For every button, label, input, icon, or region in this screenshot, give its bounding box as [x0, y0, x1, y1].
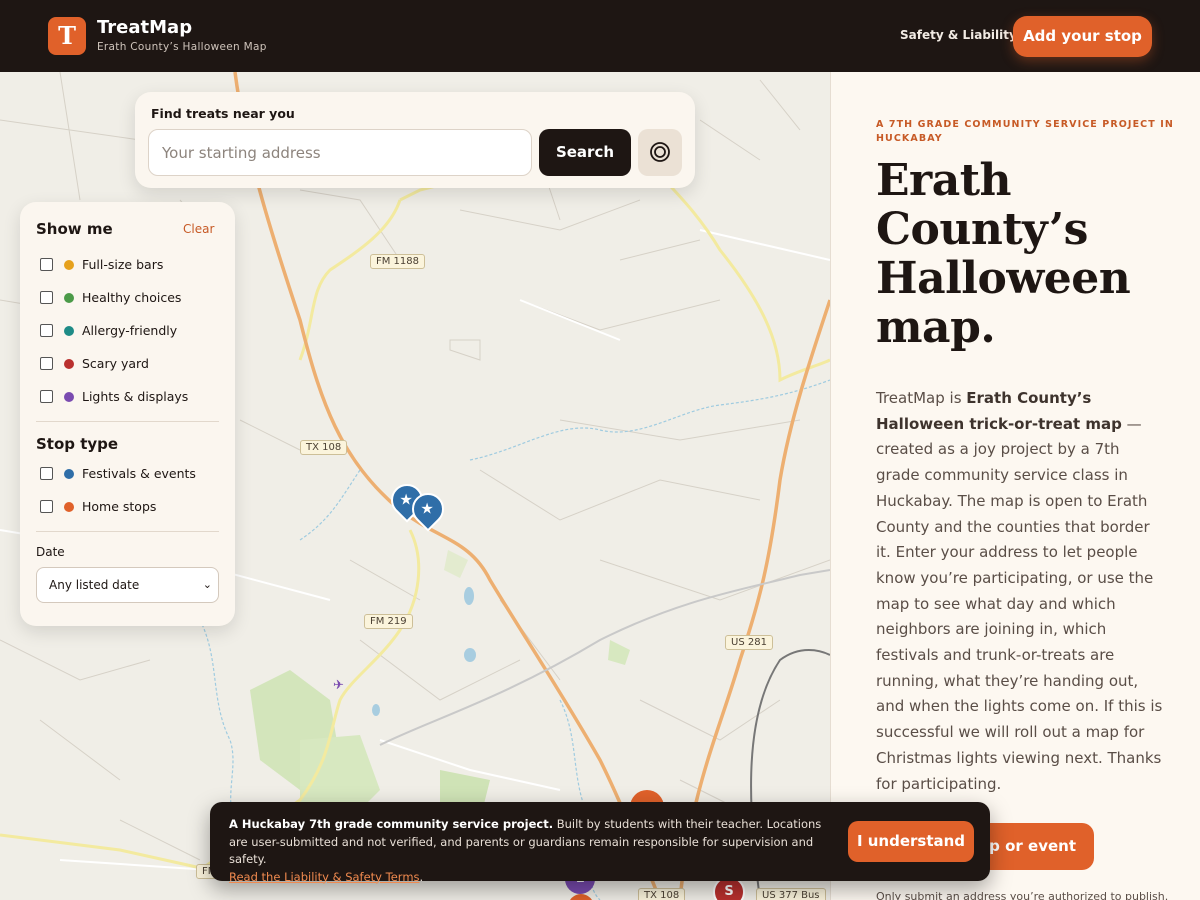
info-panel: A 7TH GRADE COMMUNITY SERVICE PROJECT IN…: [830, 72, 1200, 900]
chevron-down-icon: ⌄: [202, 578, 212, 591]
filter-label: Scary yard: [82, 356, 149, 371]
disclaimer-banner: A Huckabay 7th grade community service p…: [210, 802, 990, 884]
locate-me-button[interactable]: [638, 129, 682, 176]
filter-label: Allergy-friendly: [82, 323, 178, 338]
filter-label: Home stops: [82, 499, 157, 514]
road-label: FM 219: [364, 614, 413, 629]
color-dot: [64, 260, 74, 270]
search-button[interactable]: Search: [539, 129, 631, 176]
banner-link-after: .: [419, 869, 424, 884]
color-dot: [64, 469, 74, 479]
star-icon: ★: [420, 499, 434, 518]
color-dot: [64, 326, 74, 336]
top-header: T TreatMap Erath County’s Halloween Map …: [0, 0, 1200, 72]
filter-panel: Show me Clear Full-size bars Healthy cho…: [20, 202, 235, 626]
checkbox[interactable]: [40, 467, 53, 480]
fine-print: Only submit an address you’re authorized…: [876, 890, 1169, 900]
road-label: TX 108: [300, 440, 348, 455]
date-label: Date: [36, 545, 65, 559]
banner-bold: A Huckabay 7th grade community service p…: [229, 817, 554, 831]
checkbox[interactable]: [40, 390, 53, 403]
svg-text:✈: ✈: [333, 678, 344, 693]
divider: [36, 421, 219, 422]
filter-label: Lights & displays: [82, 389, 189, 404]
color-dot: [64, 502, 74, 512]
target-icon: [650, 142, 670, 162]
divider: [36, 531, 219, 532]
road-label: US 377 Bus: [756, 888, 826, 900]
filter-label: Healthy choices: [82, 290, 182, 305]
date-select-value: Any listed date: [49, 578, 140, 592]
stop-type-heading: Stop type: [36, 435, 119, 453]
liability-terms-link[interactable]: Read the Liability & Safety Terms: [229, 870, 420, 884]
logo-icon[interactable]: T: [48, 17, 86, 55]
color-dot: [64, 392, 74, 402]
add-your-stop-button[interactable]: Add your stop: [1013, 16, 1152, 57]
safety-liability-link[interactable]: Safety & Liability: [900, 28, 1017, 42]
filter-label: Festivals & events: [82, 466, 196, 481]
i-understand-button[interactable]: I understand: [848, 821, 974, 862]
banner-text: A Huckabay 7th grade community service p…: [229, 816, 829, 886]
project-kicker: A 7TH GRADE COMMUNITY SERVICE PROJECT IN…: [876, 119, 1174, 144]
road-label: TX 108: [638, 888, 686, 900]
road-label: FM 1188: [370, 254, 426, 269]
road-label: US 281: [725, 635, 773, 650]
filter-label: Full-size bars: [82, 257, 164, 272]
page-title: Erath County’s Halloween map.: [876, 155, 1131, 353]
color-dot: [64, 359, 74, 369]
intro-lead: TreatMap is: [876, 389, 967, 407]
checkbox[interactable]: [40, 291, 53, 304]
search-card: Find treats near you Search: [135, 92, 695, 188]
intro-paragraph: TreatMap is Erath County’s Halloween tri…: [876, 386, 1166, 797]
brand-name[interactable]: TreatMap: [97, 17, 192, 38]
checkbox[interactable]: [40, 258, 53, 271]
checkbox[interactable]: [40, 500, 53, 513]
date-select[interactable]: Any listed date ⌄: [36, 567, 219, 603]
clear-filters-link[interactable]: Clear: [183, 222, 214, 236]
search-title: Find treats near you: [151, 106, 295, 121]
brand-subtitle: Erath County’s Halloween Map: [97, 41, 267, 53]
checkbox[interactable]: [40, 357, 53, 370]
color-dot: [64, 293, 74, 303]
show-me-heading: Show me: [36, 220, 113, 238]
checkbox[interactable]: [40, 324, 53, 337]
address-search-input[interactable]: [148, 129, 532, 176]
intro-rest: — created as a joy project by a 7th grad…: [876, 414, 1163, 793]
